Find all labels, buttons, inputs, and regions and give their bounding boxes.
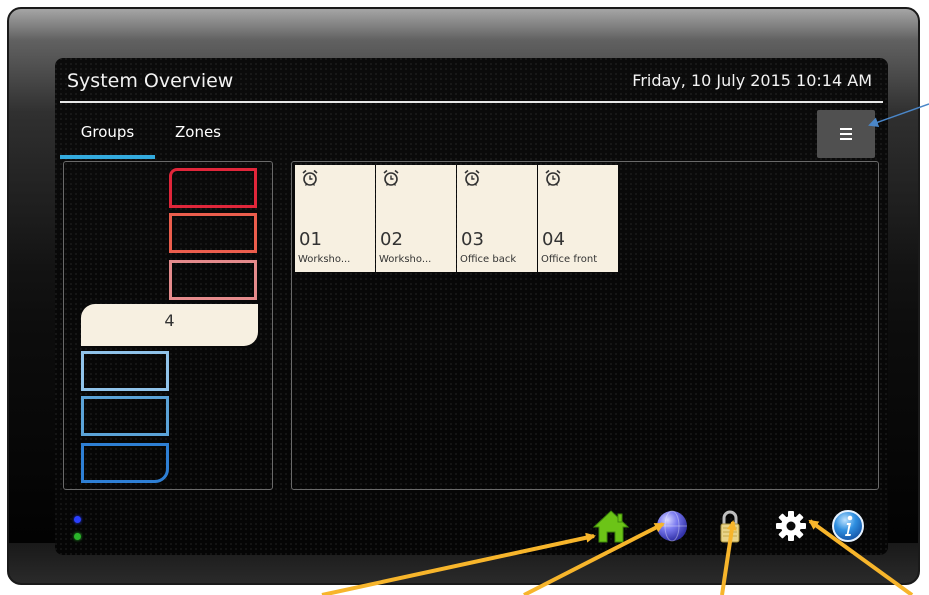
home-icon: [592, 510, 630, 543]
touch-screen: System Overview Friday, 10 July 2015 10:…: [55, 58, 888, 555]
gear-icon: [776, 511, 806, 541]
overflow-menu-button[interactable]: [817, 110, 875, 158]
zone-name: Worksho...: [298, 254, 351, 265]
group-label: 4: [164, 311, 175, 330]
zone-name: Office front: [541, 254, 598, 265]
tab-zones[interactable]: Zones: [163, 110, 233, 158]
alarm-clock-icon: [302, 169, 318, 186]
active-tab-indicator: [60, 155, 155, 159]
settings-button[interactable]: [771, 506, 811, 546]
header-divider: [60, 101, 883, 103]
menu-icon: [840, 128, 852, 140]
group-item[interactable]: [81, 351, 169, 391]
group-item[interactable]: [169, 168, 257, 208]
group-item[interactable]: [81, 443, 169, 483]
tab-groups[interactable]: Groups: [60, 110, 155, 159]
tab-zones-label: Zones: [174, 123, 221, 141]
globe-icon: [657, 510, 687, 542]
zone-number: 01: [299, 229, 322, 250]
zone-tile[interactable]: 03 Office back: [457, 165, 537, 272]
info-icon: [832, 510, 864, 542]
header: System Overview Friday, 10 July 2015 10:…: [55, 58, 888, 103]
alarm-clock-icon: [545, 169, 561, 186]
tab-groups-label: Groups: [80, 123, 135, 141]
groups-list: 4: [63, 161, 273, 490]
zones-grid: 01 Worksho... 02 Worksho... 03 Office ba…: [291, 161, 879, 490]
info-button[interactable]: [828, 506, 868, 546]
zone-tile[interactable]: 04 Office front: [538, 165, 618, 272]
zone-name: Office back: [460, 254, 517, 265]
alarm-clock-icon: [383, 169, 399, 186]
zone-number: 04: [542, 229, 565, 250]
network-button[interactable]: [652, 506, 692, 546]
zone-tile[interactable]: 01 Worksho...: [295, 165, 375, 272]
group-item[interactable]: [169, 213, 257, 253]
zone-number: 02: [380, 229, 403, 250]
group-item[interactable]: [81, 396, 169, 436]
lock-button[interactable]: [710, 506, 750, 546]
group-item-selected[interactable]: 4: [81, 304, 258, 346]
status-led-green: [74, 533, 81, 540]
group-item[interactable]: [169, 260, 257, 300]
alarm-clock-icon: [464, 169, 480, 186]
zone-tile[interactable]: 02 Worksho...: [376, 165, 456, 272]
page-title: System Overview: [67, 70, 234, 92]
home-button[interactable]: [591, 506, 631, 546]
zone-name: Worksho...: [379, 254, 432, 265]
lock-icon: [720, 510, 740, 543]
datetime-display: Friday, 10 July 2015 10:14 AM: [632, 71, 872, 90]
zone-number: 03: [461, 229, 484, 250]
status-led-blue: [74, 516, 81, 523]
status-bar: [55, 496, 888, 555]
